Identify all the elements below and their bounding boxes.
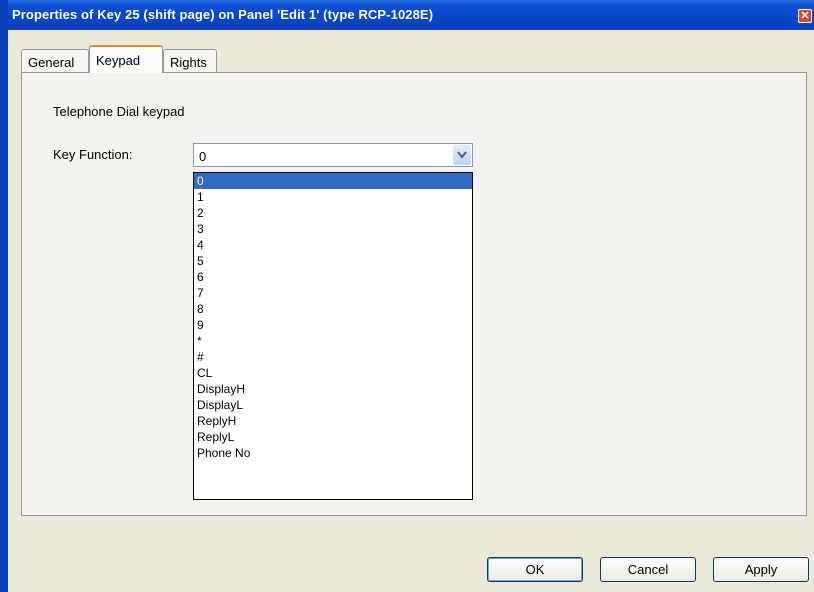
- tab-keypad[interactable]: Keypad: [89, 45, 163, 73]
- dropdown-option[interactable]: 7: [194, 285, 472, 301]
- tab-general[interactable]: General: [21, 49, 89, 72]
- window-border: [0, 30, 8, 592]
- dropdown-option[interactable]: CL: [194, 365, 472, 381]
- dropdown-option[interactable]: ReplyH: [194, 413, 472, 429]
- tab-rights[interactable]: Rights: [163, 49, 217, 72]
- dropdown-option[interactable]: 6: [194, 269, 472, 285]
- key-function-select[interactable]: 0: [193, 143, 473, 167]
- dropdown-option[interactable]: Phone No: [194, 445, 472, 461]
- key-function-dropdown-list[interactable]: 0 1 2 3 4 5 6 7 8 9 * # CL DisplayH DisplayL ReplyH Repl…: [193, 172, 473, 500]
- title-bar: Properties of Key 25 (shift page) on Pan…: [0, 0, 814, 30]
- apply-button[interactable]: Apply: [713, 557, 809, 582]
- close-icon[interactable]: ✕: [798, 9, 812, 23]
- keypad-heading: Telephone Dial keypad: [53, 104, 185, 119]
- chevron-down-icon[interactable]: [453, 145, 471, 165]
- dropdown-option[interactable]: 9: [194, 317, 472, 333]
- dropdown-option[interactable]: 8: [194, 301, 472, 317]
- dropdown-option[interactable]: 4: [194, 237, 472, 253]
- dropdown-option[interactable]: 5: [194, 253, 472, 269]
- dropdown-option[interactable]: #: [194, 349, 472, 365]
- dropdown-option[interactable]: 3: [194, 221, 472, 237]
- dropdown-option[interactable]: 2: [194, 205, 472, 221]
- key-function-label: Key Function:: [53, 147, 133, 162]
- dropdown-option[interactable]: 1: [194, 189, 472, 205]
- dropdown-option[interactable]: DisplayL: [194, 397, 472, 413]
- ok-button[interactable]: OK: [487, 557, 583, 582]
- key-function-value: 0: [199, 149, 207, 164]
- cancel-button[interactable]: Cancel: [600, 557, 696, 582]
- dropdown-option[interactable]: 0: [194, 173, 472, 189]
- dropdown-option[interactable]: *: [194, 333, 472, 349]
- dropdown-option[interactable]: DisplayH: [194, 381, 472, 397]
- dropdown-option[interactable]: ReplyL: [194, 429, 472, 445]
- keypad-tab-panel: Telephone Dial keypad Key Function: 0 01…: [21, 72, 807, 516]
- window-title: Properties of Key 25 (shift page) on Pan…: [12, 7, 434, 22]
